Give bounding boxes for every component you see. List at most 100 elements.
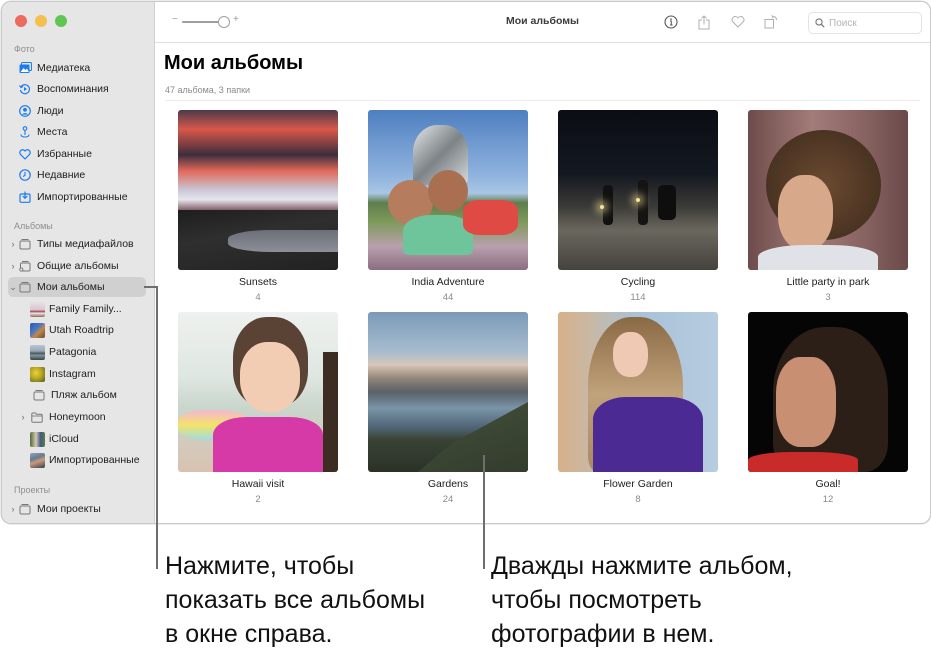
- album-name: Goal!: [815, 478, 841, 490]
- section-label-albums: Альбомы: [14, 221, 53, 231]
- chevron-right-icon[interactable]: ›: [8, 239, 18, 249]
- section-label-projects: Проекты: [14, 485, 51, 495]
- sidebar-item-imported[interactable]: Импортированные: [30, 450, 146, 470]
- sidebar-item-label: Instagram: [49, 368, 96, 380]
- people-icon: [18, 104, 32, 118]
- album-cover[interactable]: [178, 110, 338, 270]
- album-count: 114: [630, 292, 646, 303]
- share-button[interactable]: [695, 13, 713, 31]
- sidebar-item-imports[interactable]: Импортированные: [8, 187, 146, 207]
- sidebar-item-instagram[interactable]: Instagram: [30, 364, 146, 384]
- toolbar: − + Мои альбомы: [155, 2, 930, 43]
- album-goal[interactable]: Goal! 12: [748, 312, 908, 506]
- sidebar: Фото Медиатека Воспоминания Люди Места И…: [2, 2, 155, 523]
- album-flower-garden[interactable]: Flower Garden 8: [558, 312, 718, 506]
- album-cover[interactable]: [748, 110, 908, 270]
- album-name: Little party in park: [786, 276, 870, 288]
- chevron-right-icon[interactable]: ›: [8, 261, 18, 271]
- sidebar-item-label: Импортированные: [37, 191, 128, 203]
- album-cover[interactable]: [368, 110, 528, 270]
- sidebar-item-media-types[interactable]: › Типы медиафайлов: [8, 234, 146, 254]
- album-india-adventure[interactable]: India Adventure 44: [368, 110, 528, 304]
- sidebar-item-people[interactable]: Люди: [8, 101, 146, 121]
- sidebar-item-label: Мои проекты: [37, 503, 101, 515]
- sidebar-item-beach-album[interactable]: Пляж альбом: [30, 385, 146, 405]
- search-field[interactable]: [808, 12, 922, 34]
- album-stack-icon: [18, 237, 32, 251]
- sidebar-item-label: Типы медиафайлов: [37, 238, 134, 250]
- sidebar-item-recents[interactable]: Недавние: [8, 165, 146, 185]
- photo-library-icon: [18, 61, 32, 75]
- album-little-party-in-park[interactable]: Little party in park 3: [748, 110, 908, 304]
- sidebar-item-label: Utah Roadtrip: [49, 324, 114, 336]
- favorite-button[interactable]: [729, 13, 747, 31]
- info-button[interactable]: [662, 13, 680, 31]
- sidebar-item-honeymoon[interactable]: › Honeymoon: [18, 407, 146, 427]
- chevron-right-icon[interactable]: ›: [18, 412, 28, 422]
- slider-knob[interactable]: [218, 16, 230, 28]
- shared-album-icon: [18, 259, 32, 273]
- album-count: 12: [822, 494, 834, 505]
- sidebar-item-icloud[interactable]: iCloud: [30, 429, 146, 449]
- divider: [165, 100, 920, 101]
- sidebar-item-utah-roadtrip[interactable]: Utah Roadtrip: [30, 320, 146, 340]
- callout-line-text: Дважды нажмите альбом,: [491, 552, 793, 580]
- chevron-right-icon[interactable]: ›: [8, 504, 18, 514]
- album-name: Flower Garden: [603, 478, 673, 490]
- sidebar-item-label: Honeymoon: [49, 411, 106, 423]
- album-cover[interactable]: [558, 312, 718, 472]
- sidebar-item-my-projects[interactable]: › Мои проекты: [8, 499, 146, 519]
- album-count: 24: [442, 494, 454, 505]
- close-button[interactable]: [15, 15, 27, 27]
- zoom-in-label[interactable]: +: [233, 14, 239, 25]
- album-stack-icon: [18, 280, 32, 294]
- sidebar-item-memories[interactable]: Воспоминания: [8, 79, 146, 99]
- sidebar-item-label: Patagonia: [49, 346, 97, 358]
- sidebar-item-shared-albums[interactable]: › Общие альбомы: [8, 256, 146, 276]
- album-thumbnail: [30, 301, 45, 317]
- zoom-out-label[interactable]: −: [172, 14, 178, 25]
- album-thumbnail: [30, 452, 45, 468]
- sidebar-item-label: Недавние: [37, 169, 86, 181]
- album-hawaii-visit[interactable]: Hawaii visit 2: [178, 312, 338, 506]
- zoom-slider[interactable]: − +: [172, 14, 252, 28]
- sidebar-item-label: iCloud: [49, 433, 79, 445]
- album-cover[interactable]: [558, 110, 718, 270]
- album-thumbnail: [30, 322, 45, 338]
- clock-icon: [18, 168, 32, 182]
- album-gardens[interactable]: Gardens 24: [368, 312, 528, 506]
- album-stack-icon: [18, 502, 32, 516]
- sidebar-item-family-family[interactable]: Family Family...: [30, 299, 146, 319]
- places-icon: [18, 125, 32, 139]
- album-stack-icon: [32, 388, 46, 402]
- album-cover[interactable]: [748, 312, 908, 472]
- import-icon: [18, 190, 32, 204]
- minimize-button[interactable]: [35, 15, 47, 27]
- sidebar-item-favorites[interactable]: Избранные: [8, 144, 146, 164]
- album-name: Gardens: [427, 478, 469, 490]
- album-cover[interactable]: [178, 312, 338, 472]
- sidebar-item-my-albums[interactable]: ⌄ Мои альбомы: [8, 277, 146, 297]
- page-subtitle: 47 альбома, 3 папки: [165, 85, 251, 95]
- callout-line-text: чтобы посмотреть: [491, 586, 702, 614]
- callout-line-text: фотографии в нем.: [491, 620, 715, 648]
- rotate-button[interactable]: [762, 13, 780, 31]
- sidebar-item-label: Пляж альбом: [51, 389, 117, 401]
- album-name: Sunsets: [239, 276, 277, 288]
- heart-icon: [731, 16, 745, 28]
- album-thumbnail: [30, 366, 45, 382]
- album-count: 44: [442, 292, 454, 303]
- sidebar-item-places[interactable]: Места: [8, 122, 146, 142]
- memories-icon: [18, 82, 32, 96]
- album-sunsets[interactable]: Sunsets 4: [178, 110, 338, 304]
- sidebar-item-library[interactable]: Медиатека: [8, 58, 146, 78]
- zoom-button[interactable]: [55, 15, 67, 27]
- album-cycling[interactable]: Cycling 114: [558, 110, 718, 304]
- album-name: Hawaii visit: [231, 478, 285, 490]
- search-input[interactable]: [829, 17, 909, 29]
- album-grid: Sunsets 4 India Adventure 44 Cycling 114…: [178, 110, 908, 506]
- album-cover[interactable]: [368, 312, 528, 472]
- folder-icon: [30, 410, 44, 424]
- chevron-down-icon[interactable]: ⌄: [8, 282, 18, 293]
- sidebar-item-patagonia[interactable]: Patagonia: [30, 342, 146, 362]
